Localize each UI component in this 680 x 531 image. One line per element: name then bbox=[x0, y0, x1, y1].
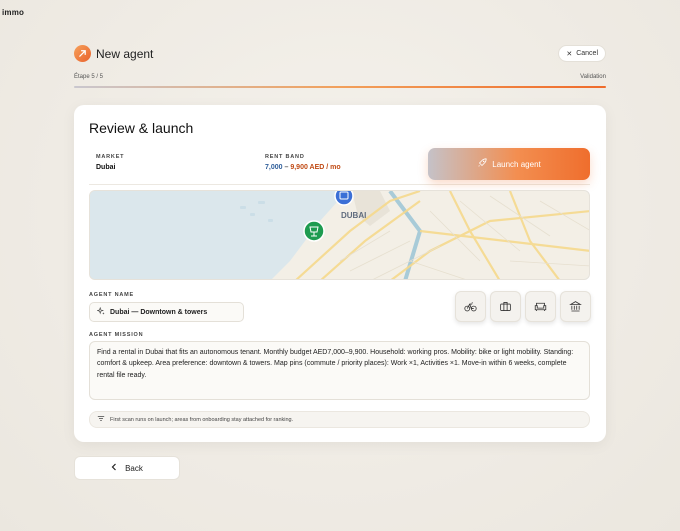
sofa-icon[interactable] bbox=[525, 291, 556, 322]
review-card: Review & launch MARKET Dubai RENT BAND 7… bbox=[74, 105, 606, 442]
step-indicator: Étape 5 / 5 bbox=[74, 74, 104, 80]
info-note: First scan runs on launch; areas from on… bbox=[89, 411, 590, 428]
agent-name-field[interactable]: Dubai — Downtown & towers bbox=[89, 302, 244, 322]
progress-bar bbox=[74, 86, 606, 88]
chevron-left-icon bbox=[111, 463, 117, 473]
brand-logo: immo bbox=[2, 8, 25, 17]
rocket-icon bbox=[477, 158, 487, 170]
sparkle-icon bbox=[96, 306, 105, 317]
filter-icon bbox=[97, 415, 105, 424]
market-field: MARKET Dubai bbox=[96, 154, 124, 171]
stage-label: Validation bbox=[580, 74, 606, 80]
map-view[interactable]: DUBAI bbox=[89, 190, 590, 280]
bicycle-icon[interactable] bbox=[455, 291, 486, 322]
back-button[interactable]: Back bbox=[74, 456, 180, 480]
rent-sep: – bbox=[284, 164, 289, 171]
agent-mission-label: AGENT MISSION bbox=[89, 332, 144, 338]
rent-min: 7,000 bbox=[265, 164, 283, 171]
cancel-button[interactable]: ✕ Cancel bbox=[558, 45, 606, 62]
rent-band-field: RENT BAND 7,000 – 9,900 AED / mo bbox=[265, 154, 341, 171]
pin-work-icon[interactable] bbox=[334, 191, 354, 206]
briefcase-icon[interactable] bbox=[490, 291, 521, 322]
rent-band-value: 7,000 – 9,900 AED / mo bbox=[265, 164, 341, 171]
agent-logo-icon bbox=[74, 45, 91, 62]
launch-label: Launch agent bbox=[492, 159, 541, 169]
header: New agent ✕ Cancel bbox=[74, 45, 606, 65]
rent-band-label: RENT BAND bbox=[265, 154, 305, 160]
back-label: Back bbox=[125, 463, 143, 473]
map-city-label: DUBAI bbox=[341, 211, 366, 220]
card-title: Review & launch bbox=[89, 120, 194, 136]
market-value: Dubai bbox=[96, 164, 116, 171]
info-note-text: First scan runs on launch; areas from on… bbox=[110, 416, 294, 423]
cancel-label: Cancel bbox=[576, 50, 598, 57]
preference-icons bbox=[455, 291, 591, 322]
agent-name-value: Dubai — Downtown & towers bbox=[110, 308, 208, 316]
agent-name-label: AGENT NAME bbox=[89, 292, 134, 298]
pin-activities-icon[interactable] bbox=[303, 220, 325, 242]
close-icon: ✕ bbox=[566, 50, 573, 58]
market-label: MARKET bbox=[96, 154, 125, 160]
launch-agent-button[interactable]: Launch agent bbox=[428, 148, 590, 180]
progress-fill bbox=[74, 86, 606, 88]
page-title: New agent bbox=[96, 47, 154, 61]
rent-max: 9,900 AED / mo bbox=[290, 164, 341, 171]
bank-icon[interactable] bbox=[560, 291, 591, 322]
summary-row: MARKET Dubai RENT BAND 7,000 – 9,900 AED… bbox=[89, 148, 590, 185]
agent-mission-field[interactable]: Find a rental in Dubai that fits an auto… bbox=[89, 341, 590, 400]
